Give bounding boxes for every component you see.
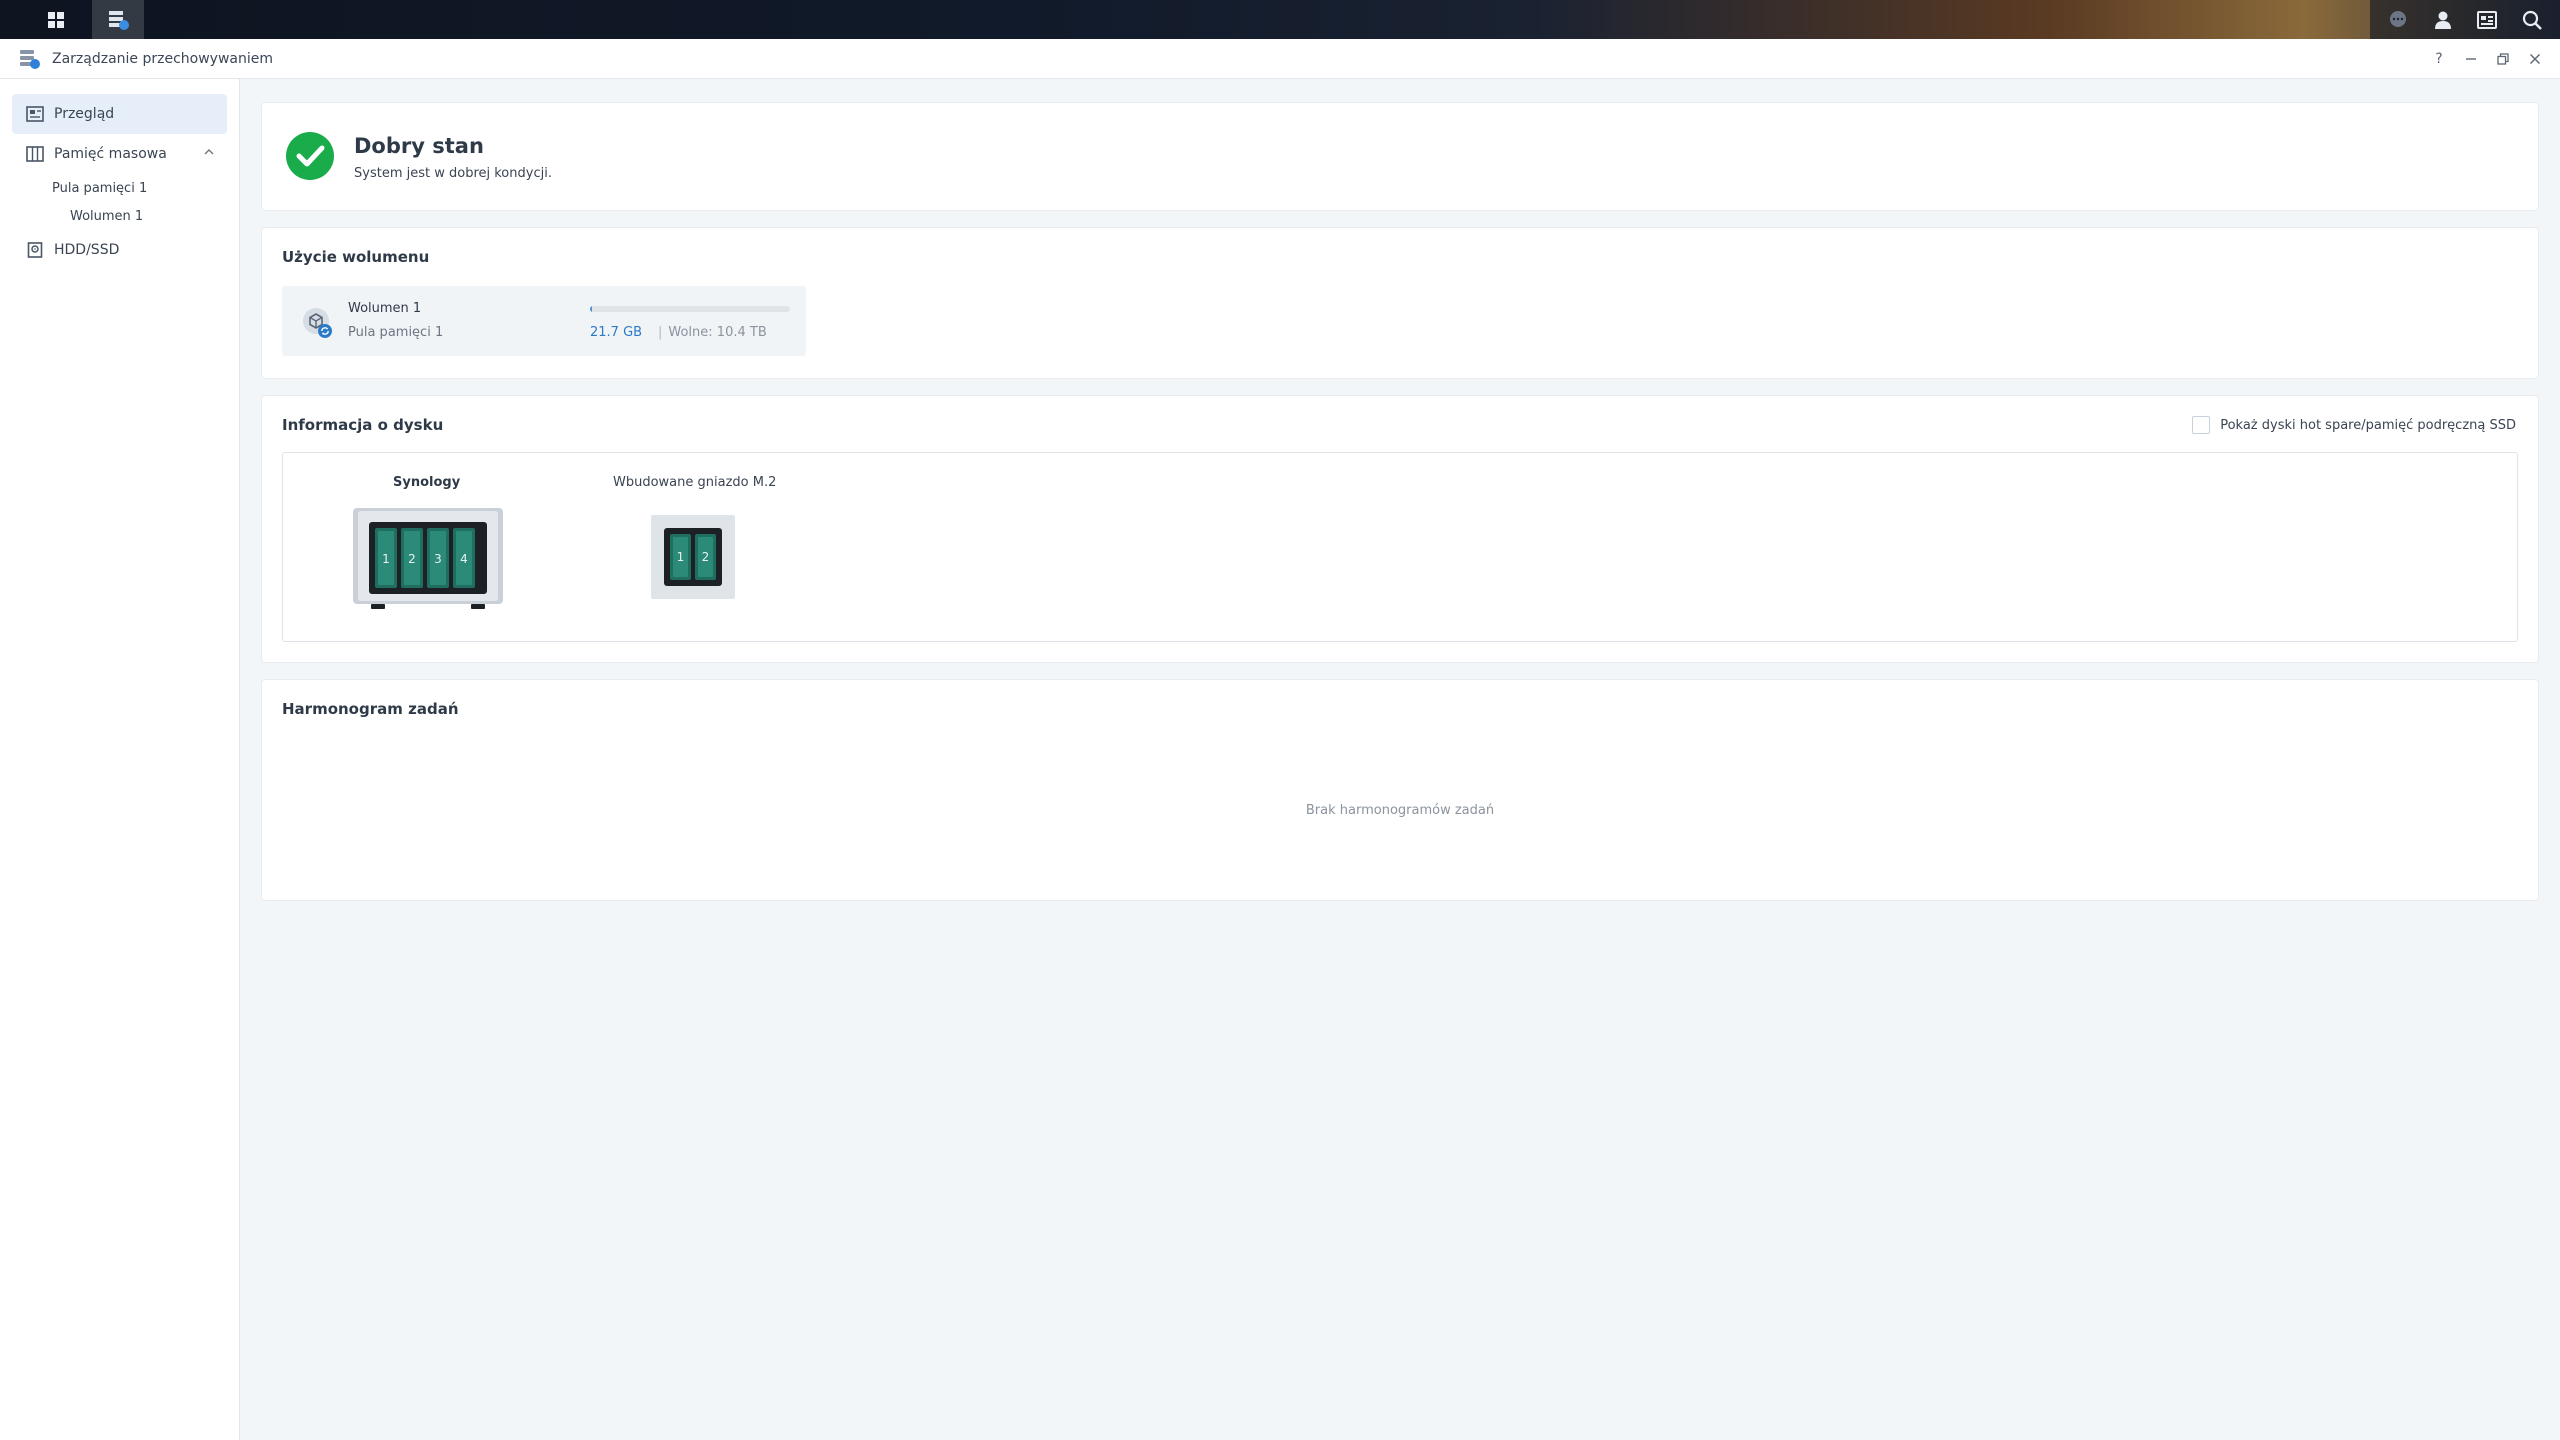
m2-slot-device[interactable]: 1 2: [651, 515, 735, 599]
sidebar: Przegląd Pamięć masowa Pula pamięci 1 Wo…: [0, 79, 240, 1440]
sidebar-item-volume[interactable]: Wolumen 1: [0, 202, 239, 230]
storage-manager-icon: [109, 10, 129, 30]
disk-devices-panel: Synology Wbudowane gniazdo M.2 1 2 3 4 1…: [282, 452, 2518, 642]
taskbar-left: [30, 0, 144, 39]
hotspare-checkbox[interactable]: [2192, 416, 2211, 434]
volume-usage-card: Użycie wolumenu Wolumen 1 Pula pamięci 1…: [262, 228, 2538, 378]
overview-icon: [26, 105, 44, 123]
sidebar-item-overview[interactable]: Przegląd: [12, 94, 227, 134]
widgets-icon[interactable]: [2469, 2, 2505, 38]
taskbar-right: [2370, 0, 2560, 39]
help-icon[interactable]: ?: [2430, 50, 2448, 68]
task-schedule-empty-message: Brak harmonogramów zadań: [1305, 803, 1495, 818]
sidebar-item-label: Wolumen 1: [70, 208, 144, 224]
status-subtitle: System jest w dobrej kondycji.: [354, 166, 552, 181]
sidebar-item-hdd-ssd[interactable]: HDD/SSD: [12, 230, 227, 270]
hotspare-toggle[interactable]: Pokaż dyski hot spare/pamięć podręczną S…: [2192, 416, 2516, 434]
search-icon[interactable]: [2514, 2, 2550, 38]
sidebar-item-storage[interactable]: Pamięć masowa: [12, 134, 227, 174]
storage-manager-app-icon: [20, 49, 40, 69]
main-menu-button[interactable]: [30, 0, 82, 39]
storage-icon: [26, 145, 44, 163]
volume-usage-bar-fill: [590, 306, 592, 312]
status-card: Dobry stan System jest w dobrej kondycji…: [262, 103, 2538, 210]
m2-slot-number: 2: [702, 550, 710, 564]
nas-bay-number: 4: [460, 552, 468, 566]
task-schedule-card: Harmonogram zadań Brak harmonogramów zad…: [262, 680, 2538, 900]
close-icon[interactable]: [2526, 50, 2544, 68]
volume-free-text: Wolne: 10.4 TB: [668, 325, 767, 340]
storage-manager-taskbar-button[interactable]: [92, 0, 144, 39]
nas-device[interactable]: 1 2 3 4: [351, 508, 505, 612]
device-m2-label: Wbudowane gniazdo M.2: [613, 475, 777, 490]
task-schedule-title: Harmonogram zadań: [282, 700, 459, 718]
disk-info-title: Informacja o dysku: [282, 416, 444, 434]
main-content: Dobry stan System jest w dobrej kondycji…: [262, 103, 2538, 918]
volume-name: Wolumen 1: [348, 301, 422, 316]
nas-bay-number: 3: [434, 552, 442, 566]
chat-icon[interactable]: [2380, 2, 2416, 38]
storage-manager-window: Zarządzanie przechowywaniem ? Przegląd P…: [0, 39, 2560, 1440]
check-circle-icon: [286, 132, 334, 180]
status-title: Dobry stan: [354, 134, 484, 158]
volume-separator: |: [658, 325, 663, 340]
window-titlebar[interactable]: Zarządzanie przechowywaniem ?: [0, 39, 2560, 79]
volume-item[interactable]: Wolumen 1 Pula pamięci 1 21.7 GB | Wolne:…: [282, 286, 806, 356]
volume-free: | Wolne: 10.4 TB: [658, 325, 767, 340]
sidebar-item-pool[interactable]: Pula pamięci 1: [0, 174, 239, 202]
volume-pool: Pula pamięci 1: [348, 325, 444, 340]
volume-usage-title: Użycie wolumenu: [282, 248, 430, 266]
nas-bay-number: 2: [408, 552, 416, 566]
taskbar: [0, 0, 2560, 39]
volume-usage-bar: [590, 306, 790, 312]
device-synology-label: Synology: [393, 475, 461, 490]
sidebar-item-label: Pamięć masowa: [54, 146, 167, 162]
disk-icon: [26, 241, 44, 259]
window-title: Zarządzanie przechowywaniem: [52, 50, 274, 67]
disk-info-card: Informacja o dysku Pokaż dyski hot spare…: [262, 396, 2538, 662]
sidebar-item-label: Pula pamięci 1: [52, 180, 148, 196]
chevron-up-icon[interactable]: [203, 146, 215, 162]
restore-icon[interactable]: [2494, 50, 2512, 68]
volume-used: 21.7 GB: [590, 325, 643, 340]
sidebar-item-label: HDD/SSD: [54, 242, 120, 258]
nas-bay-number: 1: [382, 552, 390, 566]
hotspare-label: Pokaż dyski hot spare/pamięć podręczną S…: [2220, 417, 2516, 433]
apps-grid-icon: [48, 11, 64, 28]
volume-icon: [303, 308, 332, 338]
minimize-icon[interactable]: [2462, 50, 2480, 68]
sidebar-item-label: Przegląd: [54, 106, 115, 122]
user-icon[interactable]: [2425, 2, 2461, 38]
m2-slot-number: 1: [677, 550, 685, 564]
window-controls: ?: [2430, 39, 2544, 79]
